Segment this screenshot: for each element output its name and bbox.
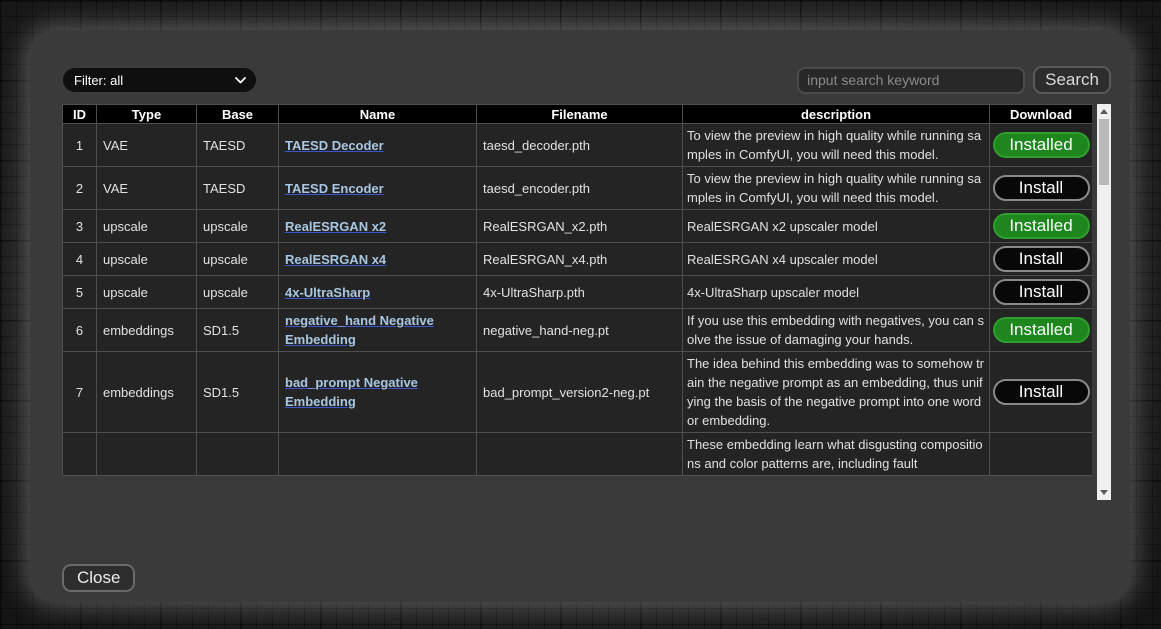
model-name-link[interactable]: TAESD Encoder [285,181,384,196]
cell-base: upscale [197,210,279,243]
table-row: 4 upscale upscale RealESRGAN x4 RealESRG… [63,243,1093,276]
install-button[interactable]: Install [993,246,1090,272]
cell-download [990,433,1093,476]
cell-base: TAESD [197,124,279,167]
install-button[interactable]: Install [993,379,1090,405]
installed-button[interactable]: Installed [993,132,1090,158]
column-header-id: ID [63,105,97,124]
cell-id: 2 [63,167,97,210]
table-row: 3 upscale upscale RealESRGAN x2 RealESRG… [63,210,1093,243]
cell-type: VAE [97,167,197,210]
cell-description: RealESRGAN x4 upscaler model [683,243,990,276]
table-row: 5 upscale upscale 4x-UltraSharp 4x-Ultra… [63,276,1093,309]
cell-type: upscale [97,243,197,276]
table-row: 7 embeddings SD1.5 bad_prompt Negative E… [63,352,1093,433]
filter-select-label: Filter: all [74,73,123,88]
model-name-link[interactable]: bad_prompt Negative Embedding [285,375,418,409]
cell-id: 5 [63,276,97,309]
model-name-link[interactable]: RealESRGAN x4 [285,252,386,267]
search-group: Search [797,66,1111,94]
cell-filename: negative_hand-neg.pt [477,309,683,352]
cell-base: upscale [197,276,279,309]
cell-description: To view the preview in high quality whil… [683,124,990,167]
table-row: 1 VAE TAESD TAESD Decoder taesd_decoder.… [63,124,1093,167]
cell-filename: taesd_encoder.pth [477,167,683,210]
install-button[interactable]: Install [993,175,1090,201]
model-table: ID Type Base Name Filename description D… [62,104,1092,476]
cell-description: These embedding learn what disgusting co… [683,433,990,476]
cell-id: 1 [63,124,97,167]
install-button[interactable]: Install [993,279,1090,305]
cell-type [97,433,197,476]
cell-filename: 4x-UltraSharp.pth [477,276,683,309]
cell-id [63,433,97,476]
cell-description: RealESRGAN x2 upscaler model [683,210,990,243]
close-button[interactable]: Close [62,564,135,592]
column-header-description: description [683,105,990,124]
column-header-download: Download [990,105,1093,124]
cell-description: The idea behind this embedding was to so… [683,352,990,433]
cell-base: SD1.5 [197,309,279,352]
cell-base: upscale [197,243,279,276]
table-row: 6 embeddings SD1.5 negative_hand Negativ… [63,309,1093,352]
cell-filename: RealESRGAN_x2.pth [477,210,683,243]
search-button[interactable]: Search [1033,66,1111,94]
cell-filename [477,433,683,476]
cell-base: SD1.5 [197,352,279,433]
cell-filename: RealESRGAN_x4.pth [477,243,683,276]
column-header-name: Name [279,105,477,124]
cell-type: upscale [97,210,197,243]
installed-button[interactable]: Installed [993,213,1090,239]
scroll-up-icon[interactable] [1097,104,1111,119]
model-table-container: ID Type Base Name Filename description D… [62,104,1111,500]
cell-description: If you use this embedding with negatives… [683,309,990,352]
dialog-footer: Close [62,564,1111,592]
model-name-link[interactable]: TAESD Decoder [285,138,384,153]
table-row-partial: These embedding learn what disgusting co… [63,433,1093,476]
cell-id: 4 [63,243,97,276]
model-name-link[interactable]: negative_hand Negative Embedding [285,313,434,347]
cell-description: 4x-UltraSharp upscaler model [683,276,990,309]
cell-id: 6 [63,309,97,352]
scrollbar-thumb[interactable] [1099,119,1109,185]
filter-select[interactable]: Filter: all [62,67,257,93]
cell-filename: bad_prompt_version2-neg.pt [477,352,683,433]
cell-id: 7 [63,352,97,433]
cell-id: 3 [63,210,97,243]
model-manager-dialog: Filter: all Search ID Type [30,30,1130,602]
cell-base: TAESD [197,167,279,210]
cell-type: upscale [97,276,197,309]
search-input[interactable] [797,67,1025,94]
model-table-clip: ID Type Base Name Filename description D… [62,104,1092,500]
cell-filename: taesd_decoder.pth [477,124,683,167]
model-name-link[interactable]: 4x-UltraSharp [285,285,370,300]
column-header-base: Base [197,105,279,124]
cell-type: embeddings [97,309,197,352]
table-row: 2 VAE TAESD TAESD Encoder taesd_encoder.… [63,167,1093,210]
table-header-row: ID Type Base Name Filename description D… [63,105,1093,124]
cell-type: VAE [97,124,197,167]
cell-name [279,433,477,476]
scroll-down-icon[interactable] [1097,485,1111,500]
toolbar: Filter: all Search [62,66,1111,94]
column-header-type: Type [97,105,197,124]
cell-type: embeddings [97,352,197,433]
cell-base [197,433,279,476]
model-name-link[interactable]: RealESRGAN x2 [285,219,386,234]
cell-description: To view the preview in high quality whil… [683,167,990,210]
table-scrollbar[interactable] [1097,104,1111,500]
column-header-filename: Filename [477,105,683,124]
installed-button[interactable]: Installed [993,317,1090,343]
chevron-down-icon [235,77,246,84]
